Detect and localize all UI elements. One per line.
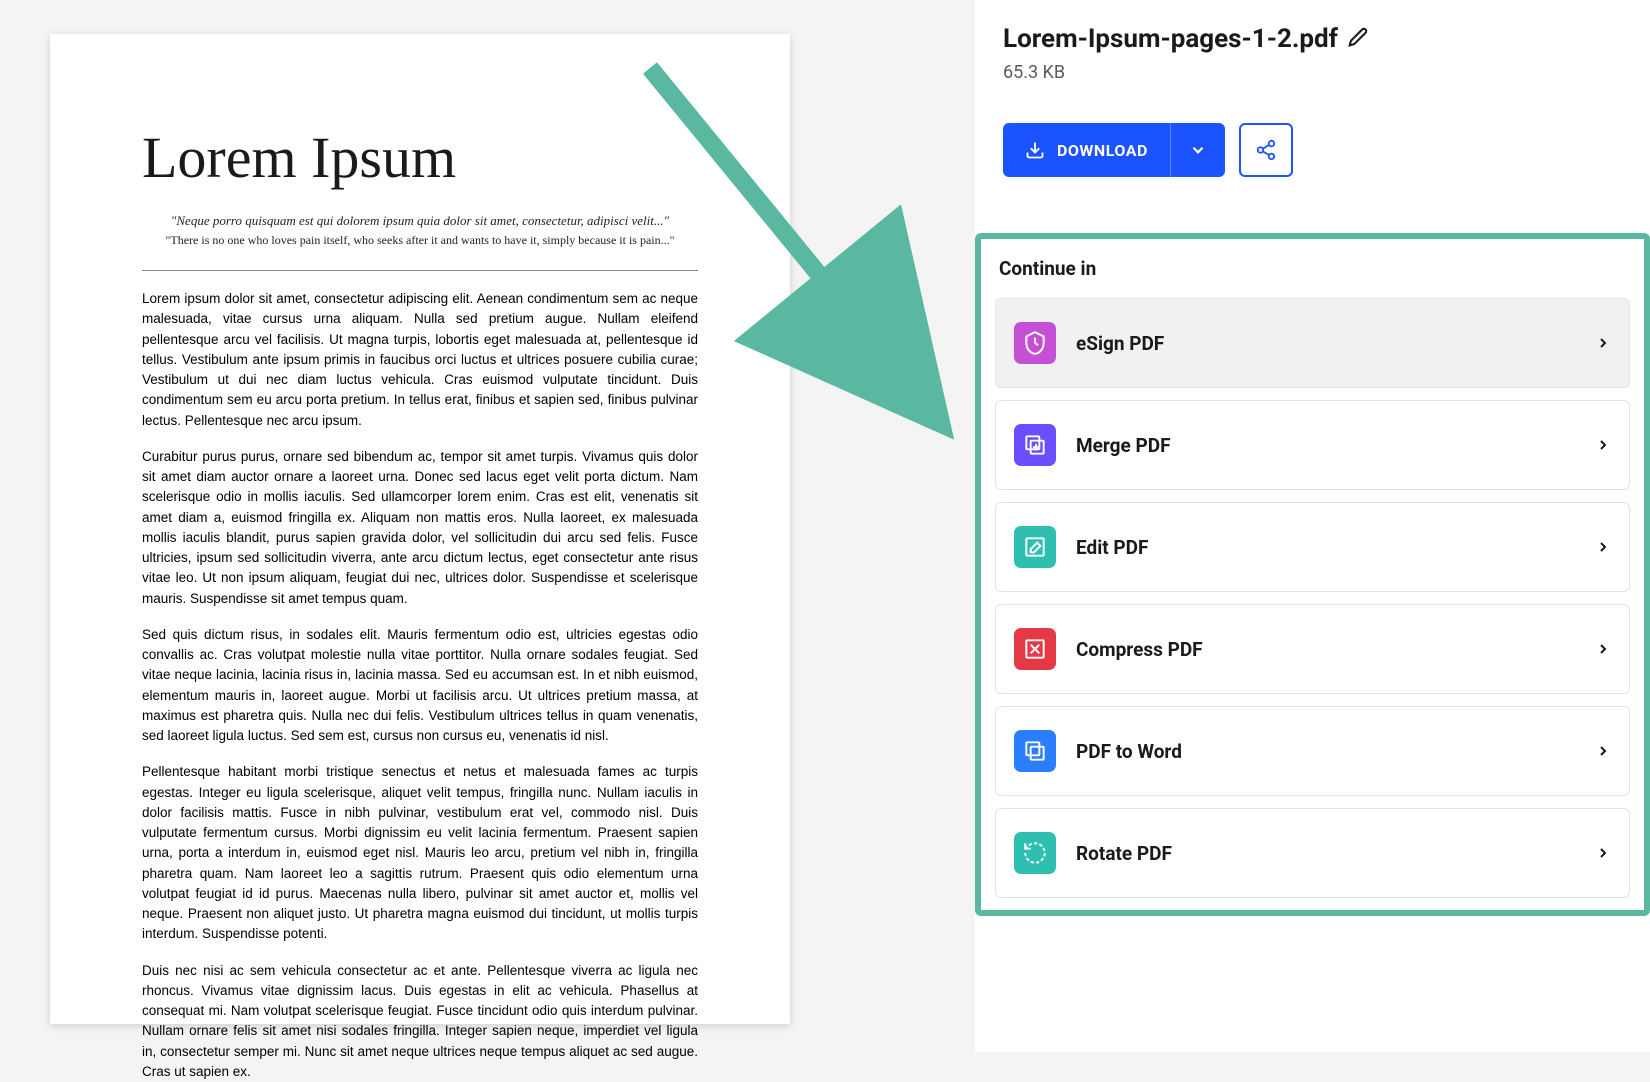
tool-label: Edit PDF xyxy=(1076,536,1575,559)
chevron-down-icon xyxy=(1189,141,1207,159)
tool-esign-pdf[interactable]: eSign PDF xyxy=(995,298,1630,388)
tool-compress-pdf[interactable]: Compress PDF xyxy=(995,604,1630,694)
continue-title: Continue in xyxy=(999,257,1630,280)
continue-panel: Continue in eSign PDF xyxy=(975,233,1650,916)
file-name: Lorem-Ipsum-pages-1-2.pdf xyxy=(1003,24,1338,54)
tool-label: Merge PDF xyxy=(1076,434,1575,457)
para-2: Curabitur purus purus, ornare sed bibend… xyxy=(142,447,698,609)
tool-label: eSign PDF xyxy=(1076,332,1575,355)
download-icon xyxy=(1025,140,1045,160)
tool-rotate-pdf[interactable]: Rotate PDF xyxy=(995,808,1630,898)
download-button[interactable]: DOWNLOAD xyxy=(1003,123,1225,177)
chevron-right-icon xyxy=(1595,437,1611,453)
edit-pdf-icon xyxy=(1014,526,1056,568)
document-title: Lorem Ipsum xyxy=(142,124,698,191)
pdf-to-word-icon xyxy=(1014,730,1056,772)
edit-filename-icon[interactable] xyxy=(1348,27,1368,51)
share-button[interactable] xyxy=(1239,123,1293,177)
rotate-icon xyxy=(1014,832,1056,874)
tool-label: PDF to Word xyxy=(1076,740,1575,763)
document-subquote: "There is no one who loves pain itself, … xyxy=(142,233,698,248)
download-dropdown-toggle[interactable] xyxy=(1171,123,1225,177)
tool-label: Compress PDF xyxy=(1076,638,1575,661)
share-icon xyxy=(1255,139,1277,161)
esign-icon xyxy=(1014,322,1056,364)
compress-icon xyxy=(1014,628,1056,670)
chevron-right-icon xyxy=(1595,845,1611,861)
sidebar: Lorem-Ipsum-pages-1-2.pdf 65.3 KB DOWNLO… xyxy=(975,0,1650,1052)
tool-merge-pdf[interactable]: Merge PDF xyxy=(995,400,1630,490)
chevron-right-icon xyxy=(1595,335,1611,351)
para-4: Pellentesque habitant morbi tristique se… xyxy=(142,762,698,944)
para-1: Lorem ipsum dolor sit amet, consectetur … xyxy=(142,289,698,431)
tool-pdf-to-word[interactable]: PDF to Word xyxy=(995,706,1630,796)
divider xyxy=(142,270,698,271)
document-page: Lorem Ipsum "Neque porro quisquam est qu… xyxy=(50,34,790,1024)
chevron-right-icon xyxy=(1595,743,1611,759)
para-5: Duis nec nisi ac sem vehicula consectetu… xyxy=(142,961,698,1082)
chevron-right-icon xyxy=(1595,539,1611,555)
chevron-right-icon xyxy=(1595,641,1611,657)
download-label: DOWNLOAD xyxy=(1057,141,1148,160)
tool-label: Rotate PDF xyxy=(1076,842,1575,865)
merge-icon xyxy=(1014,424,1056,466)
para-3: Sed quis dictum risus, in sodales elit. … xyxy=(142,625,698,747)
document-preview-area: Lorem Ipsum "Neque porro quisquam est qu… xyxy=(0,0,975,1052)
document-quote: "Neque porro quisquam est qui dolorem ip… xyxy=(142,213,698,229)
file-size: 65.3 KB xyxy=(1003,62,1650,83)
tool-edit-pdf[interactable]: Edit PDF xyxy=(995,502,1630,592)
